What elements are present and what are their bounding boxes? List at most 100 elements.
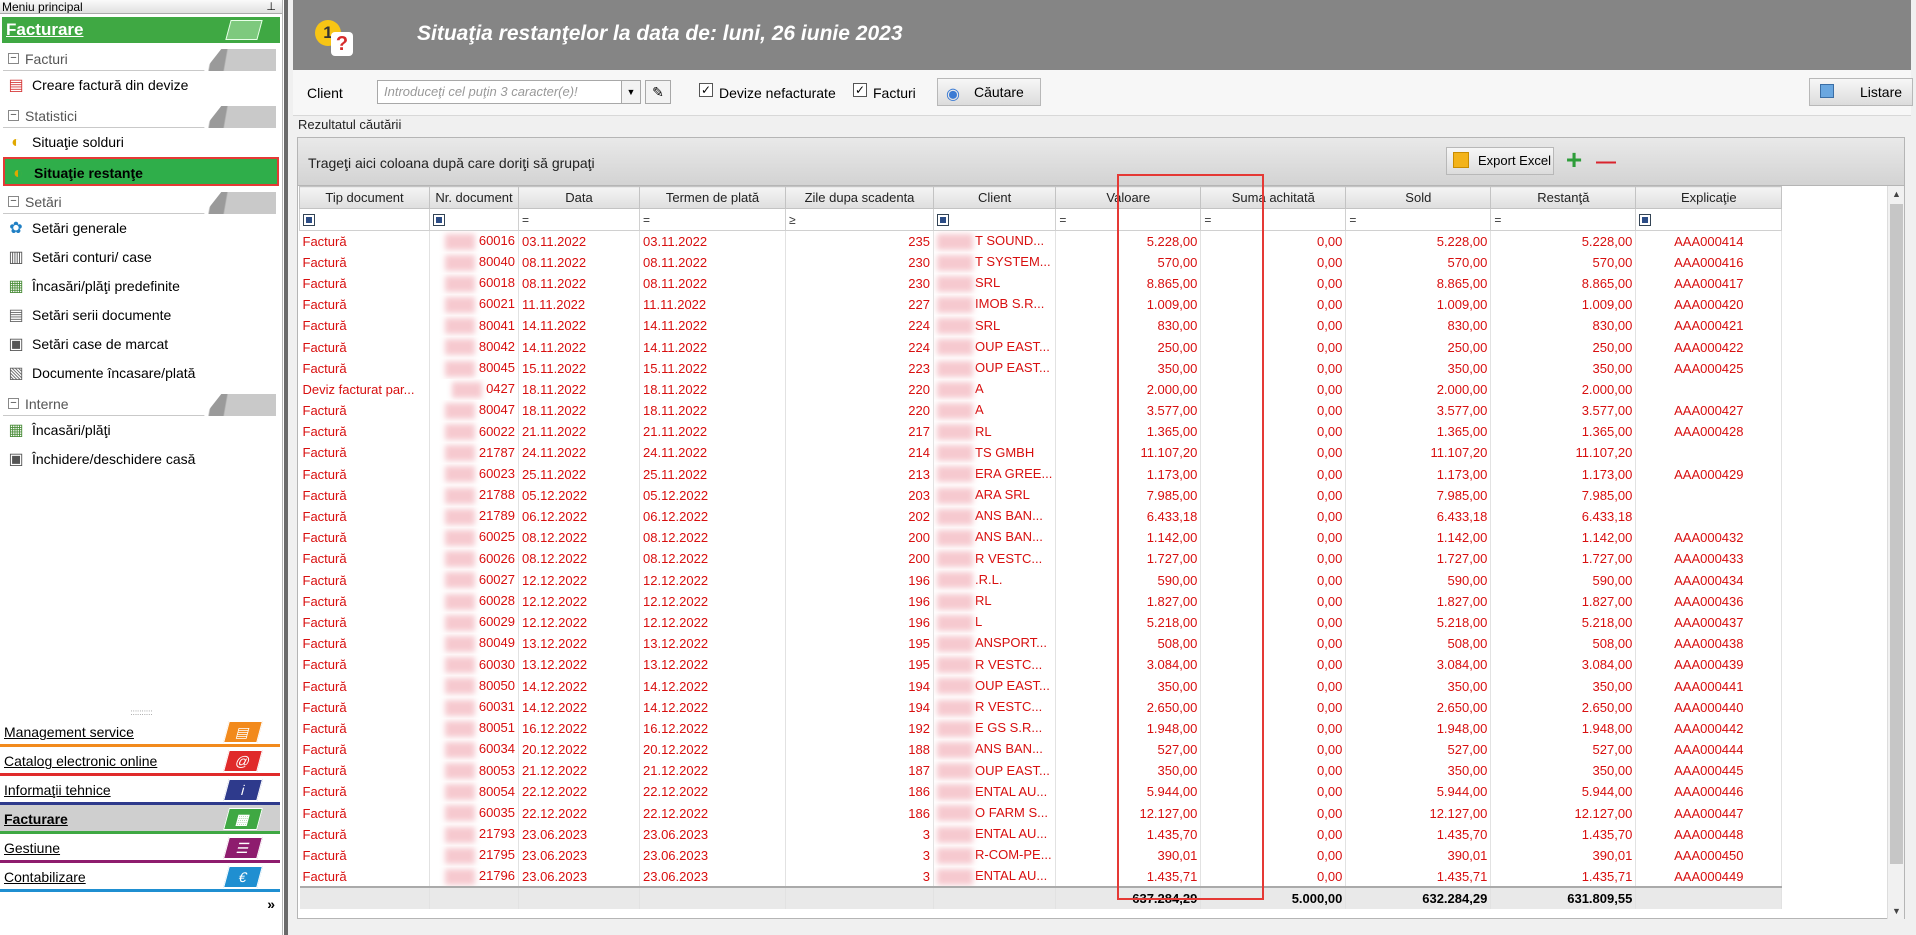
table-row[interactable]: Factură 60023 25.11.2022 25.11.2022 213 ERA G… [299,463,1783,485]
table-row[interactable]: Factură 60021 11.11.2022 11.11.2022 227 IMOB … [299,294,1783,316]
table-row[interactable]: Factură 80050 14.12.2022 14.12.2022 194 OUP E… [299,675,1783,697]
add-icon[interactable]: + [1560,146,1588,176]
table-row[interactable]: Factură 21788 05.12.2022 05.12.2022 203 ARA S… [299,484,1783,506]
table-row[interactable]: Factură 80041 14.11.2022 14.11.2022 224 SRL 83… [299,315,1783,337]
filter-cell[interactable]: = [1200,208,1347,231]
column-header[interactable]: Suma achitată [1200,186,1347,209]
column-header[interactable]: Restanţă [1490,186,1637,209]
filter-operator[interactable]: = [1204,213,1211,227]
table-row[interactable]: Factură 60027 12.12.2022 12.12.2022 196 .R.L.… [299,569,1783,591]
table-row[interactable]: Factură 80047 18.11.2022 18.11.2022 220 A 3.57… [299,400,1783,422]
client-search-input[interactable]: Introduceţi cel puţin 3 caracter(e)! [377,80,627,104]
table-row[interactable]: Factură 21789 06.12.2022 06.12.2022 202 ANS B… [299,505,1783,528]
table-row[interactable]: Factură 21793 23.06.2023 23.06.2023 3 ENTAL A… [299,823,1783,845]
group-by-bar[interactable]: Trageţi aici coloana după care doriţi să… [298,138,1904,186]
module-5[interactable]: Contabilizare € [0,863,280,892]
column-header[interactable]: Termen de plată [639,186,786,209]
devize-nefacturate-checkbox[interactable]: ✓ [699,83,713,97]
sidebar-group-0[interactable]: − Facturi [3,47,210,71]
scroll-down-icon[interactable]: ▼ [1888,903,1905,919]
column-header[interactable]: Sold [1345,186,1492,209]
sidebar-item[interactable]: ▦ Încasări/plăţi predefinite [3,272,279,301]
table-row[interactable]: Factură 60030 13.12.2022 13.12.2022 195 R VES… [299,654,1783,676]
table-row[interactable]: Factură 60018 08.11.2022 08.11.2022 230 SRL 8.… [299,272,1783,295]
scrollbar-thumb[interactable] [1890,204,1903,864]
table-row[interactable]: Factură 60034 20.12.2022 20.12.2022 188 ANS B… [299,739,1783,761]
table-row[interactable]: Factură 60022 21.11.2022 21.11.2022 217 RL 1.3… [299,421,1783,443]
filter-operator[interactable]: = [1349,213,1356,227]
filter-cell[interactable] [1635,208,1783,231]
collapse-icon[interactable]: − [8,110,19,121]
module-0[interactable]: Management service ▤ [0,718,280,747]
filter-cell[interactable]: = [639,208,786,231]
table-row[interactable]: Factură 80053 21.12.2022 21.12.2022 187 OUP E… [299,760,1783,782]
splitter-grip[interactable]: :::::::::: [0,709,282,718]
active-module-header[interactable]: Facturare [2,17,280,43]
table-row[interactable]: Factură 80045 15.11.2022 15.11.2022 223 OUP E… [299,357,1783,379]
table-row[interactable]: Factură 60029 12.12.2022 12.12.2022 196 L 5.21… [299,611,1783,634]
filter-cell[interactable]: ≥ [785,208,934,231]
sidebar-group-2[interactable]: − Setări [3,190,210,214]
table-row[interactable]: Factură 60031 14.12.2022 14.12.2022 194 R VES… [299,696,1783,718]
table-row[interactable]: Factură 60016 03.11.2022 03.11.2022 235 T SOU… [299,230,1783,252]
sidebar-item[interactable]: ▦ Încasări/plăţi [3,416,279,445]
column-header[interactable]: Tip document [299,186,430,209]
table-row[interactable]: Factură 60028 12.12.2022 12.12.2022 196 RL 1.8… [299,590,1783,612]
table-row[interactable]: Deviz facturat par... 0427 18.11.2022 18.11… [299,378,1783,400]
pin-icon[interactable]: ⊥ [266,0,276,13]
filter-icon[interactable] [433,214,445,227]
column-header[interactable]: Data [518,186,640,209]
sidebar-item[interactable]: ▤ Creare factură din devize [3,71,279,100]
remove-icon[interactable]: — [1592,148,1620,176]
scroll-up-icon[interactable]: ▲ [1888,186,1905,202]
filter-operator[interactable]: ≥ [789,213,796,227]
column-header[interactable]: Explicaţie [1635,186,1783,209]
facturi-checkbox[interactable]: ✓ [853,83,867,97]
column-header[interactable]: Client [932,186,1057,209]
filter-cell[interactable]: = [1345,208,1492,231]
sidebar-item[interactable]: ▣ Setări case de marcat [3,330,279,359]
edit-pencil-icon[interactable]: ✎ [645,80,671,104]
filter-cell[interactable]: = [518,208,640,231]
module-3[interactable]: Facturare ▦ [0,805,280,834]
client-dropdown-chevron-icon[interactable]: ▼ [621,80,641,104]
table-row[interactable]: Factură 21796 23.06.2023 23.06.2023 3 ENTAL A… [299,866,1783,888]
filter-cell[interactable]: = [1490,208,1637,231]
sidebar-item[interactable]: ◐ Situaţie solduri [3,128,279,157]
module-4[interactable]: Gestiune ☰ [0,834,280,863]
table-row[interactable]: Factură 80042 14.11.2022 14.11.2022 224 OUP E… [299,336,1783,358]
table-row[interactable]: Factură 60025 08.12.2022 08.12.2022 200 ANS B… [299,527,1783,549]
filter-operator[interactable]: = [1059,213,1066,227]
module-1[interactable]: Catalog electronic online @ [0,747,280,776]
table-row[interactable]: Factură 80051 16.12.2022 16.12.2022 192 E GS … [299,717,1783,739]
expand-chevron-icon[interactable]: » [0,892,282,916]
table-row[interactable]: Factură 21795 23.06.2023 23.06.2023 3 R-COM-P… [299,844,1783,867]
sidebar-item[interactable]: ▥ Setări conturi/ case [3,243,279,272]
filter-cell[interactable] [429,208,519,231]
filter-icon[interactable] [937,214,949,227]
table-row[interactable]: Factură 80049 13.12.2022 13.12.2022 195 ANSPO… [299,633,1783,655]
sidebar-item[interactable]: ◐ Situaţie restanţe [3,157,279,186]
vertical-scrollbar[interactable]: ▲ ▼ [1887,186,1904,919]
filter-icon[interactable] [303,214,315,227]
filter-icon[interactable] [1639,214,1652,227]
sidebar-item[interactable]: ▣ Închidere/deschidere casă [3,445,279,474]
list-button[interactable]: Listare [1809,78,1913,106]
collapse-icon[interactable]: − [8,196,19,207]
table-row[interactable]: Factură 80054 22.12.2022 22.12.2022 186 ENTAL… [299,781,1783,803]
filter-cell[interactable] [299,208,430,231]
export-excel-button[interactable]: Export Excel [1446,147,1554,175]
sidebar-group-1[interactable]: − Statistici [3,104,210,128]
filter-cell[interactable] [932,208,1057,231]
filter-operator[interactable]: = [522,213,529,227]
sidebar-item[interactable]: ▤ Setări serii documente [3,301,279,330]
filter-cell[interactable]: = [1055,208,1202,231]
sidebar-group-3[interactable]: − Interne [3,392,210,416]
table-row[interactable]: Factură 60026 08.12.2022 08.12.2022 200 R VES… [299,548,1783,570]
table-row[interactable]: Factură 21787 24.11.2022 24.11.2022 214 TS GM… [299,442,1783,464]
collapse-icon[interactable]: − [8,398,19,409]
collapse-icon[interactable]: − [8,53,19,64]
sidebar-item[interactable]: ✿ Setări generale [3,214,279,243]
filter-operator[interactable]: = [643,213,650,227]
table-row[interactable]: Factură 80040 08.11.2022 08.11.2022 230 T SYS… [299,251,1783,273]
